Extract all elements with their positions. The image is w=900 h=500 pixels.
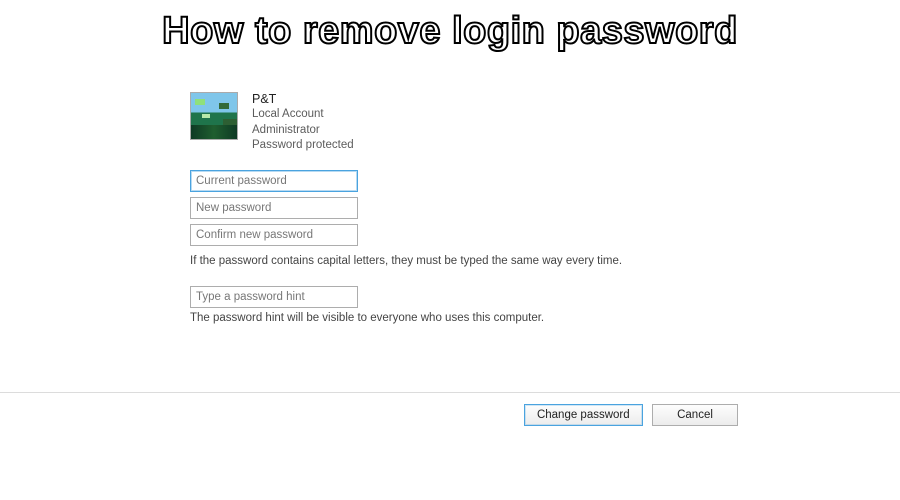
avatar (190, 92, 238, 140)
account-status: Password protected (252, 138, 354, 154)
password-fields: If the password contains capital letters… (190, 170, 730, 334)
confirm-password-input[interactable] (190, 224, 358, 246)
hint-help-text: The password hint will be visible to eve… (190, 312, 730, 324)
password-hint-input[interactable] (190, 286, 358, 308)
caps-help-text: If the password contains capital letters… (190, 255, 730, 267)
dialog-footer: Change password Cancel (0, 392, 900, 426)
current-password-input[interactable] (190, 170, 358, 192)
account-type: Local Account (252, 107, 354, 123)
cancel-button[interactable]: Cancel (652, 404, 738, 426)
account-role: Administrator (252, 123, 354, 139)
change-password-panel: P&T Local Account Administrator Password… (190, 92, 730, 334)
account-info-row: P&T Local Account Administrator Password… (190, 92, 730, 154)
new-password-input[interactable] (190, 197, 358, 219)
overlay-headline: How to remove login password (162, 10, 738, 53)
account-name: P&T (252, 92, 354, 106)
change-password-button[interactable]: Change password (524, 404, 643, 426)
account-meta: P&T Local Account Administrator Password… (252, 92, 354, 154)
